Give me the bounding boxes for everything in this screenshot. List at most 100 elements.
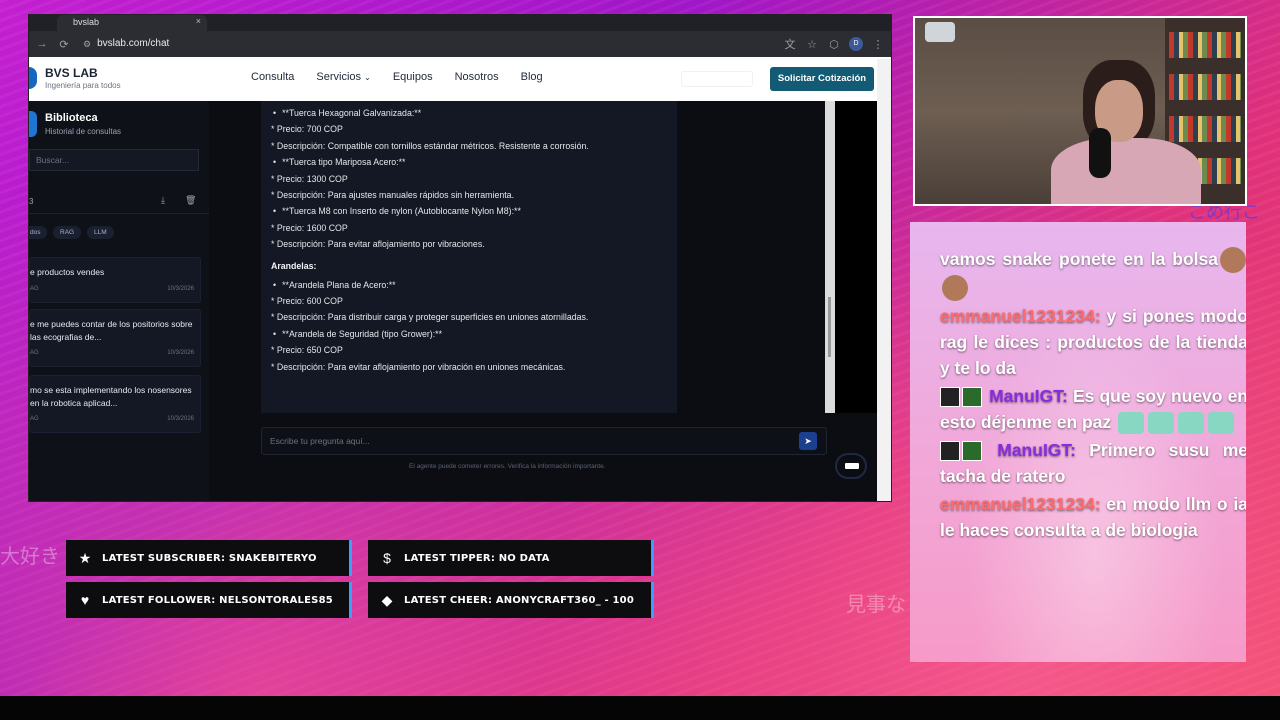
alert-text: LATEST CHEER: ANONYCRAFT360_ - 100 — [404, 594, 634, 606]
sidebar-title: Biblioteca — [45, 112, 98, 124]
sidebar-search-input[interactable]: Buscar... — [29, 149, 199, 171]
chat-message: vamos snake ponete en la bolsa — [940, 246, 1246, 301]
product-name: **Tuerca tipo Mariposa Acero:** — [271, 154, 667, 170]
chat-panel: **Tuerca Hexagonal Galvanizada:** * Preci… — [209, 101, 891, 501]
chat-username[interactable]: emmanuel1231234: — [940, 306, 1101, 326]
decor-text-left: 大好き — [0, 544, 60, 568]
send-icon[interactable]: ➤ — [799, 432, 817, 450]
shelf-row — [1169, 116, 1241, 142]
sidebar-subtitle: Historial de consultas — [45, 127, 122, 136]
shelf-row — [1169, 32, 1241, 58]
brand-subtitle: Ingeniería para todos — [45, 81, 121, 90]
emote-icon — [1208, 412, 1235, 435]
bottom-bar — [0, 696, 1280, 720]
chat-scrollbar[interactable] — [825, 101, 835, 413]
product-detail: * Precio: 1600 COP — [271, 222, 348, 233]
download-icon[interactable]: ⤓ — [161, 195, 165, 206]
badge-icon — [962, 387, 982, 408]
main-nav: Consulta Servicios ⌄ Equipos Nosotros Bl… — [251, 71, 543, 83]
conversation-date: 10/3/2026 — [167, 350, 194, 356]
brand[interactable]: BVS LAB Ingeniería para todos — [45, 66, 121, 90]
product-detail: * Precio: 650 COP — [271, 345, 343, 356]
emote-icon — [1220, 247, 1246, 274]
question-input[interactable]: Escribe tu pregunta aquí... — [261, 427, 827, 455]
product-detail: * Descripción: Para ajustes manuales ráp… — [271, 190, 515, 201]
nav-item-blog[interactable]: Blog — [521, 71, 543, 83]
streamer-body — [1051, 138, 1201, 204]
chat-message: emmanuel1231234: en modo llm o ia le hac… — [940, 491, 1246, 543]
tab-close-icon[interactable]: × — [196, 16, 201, 26]
tab-title: bvslab — [73, 17, 100, 27]
alert-latest-cheer: ◆ LATEST CHEER: ANONYCRAFT360_ - 100 — [368, 582, 654, 618]
bookmark-star-icon[interactable]: ☆ — [805, 38, 819, 51]
tab-strip: bvslab × — [29, 15, 891, 31]
forward-icon[interactable]: → — [35, 38, 49, 50]
address-bar[interactable]: ⚙ bvslab.com/chat — [79, 34, 775, 54]
chat-username[interactable]: ManuIGT: — [989, 386, 1068, 406]
extensions-icon[interactable]: ⬡ — [827, 38, 841, 51]
chat-message: ManuIGT: Es que soy nuevo en esto déjenm… — [940, 383, 1246, 435]
alert-text: LATEST FOLLOWER: NELSONTORALES85 — [102, 594, 333, 606]
badge-icon — [940, 387, 960, 408]
shelf-row — [1169, 74, 1241, 100]
microphone — [1089, 128, 1111, 178]
conversation-tag: AG — [30, 350, 39, 356]
conversation-item[interactable]: mo se esta implementando los nosensores … — [29, 375, 201, 433]
conversation-item[interactable]: e productos vendes AG 10/3/2026 — [29, 257, 201, 303]
brand-title: BVS LAB — [45, 66, 98, 80]
header-search-field[interactable] — [681, 71, 753, 87]
conversation-title: e me puedes contar de los positorios sob… — [30, 319, 193, 342]
conversation-item[interactable]: e me puedes contar de los positorios sob… — [29, 309, 201, 367]
chat-scrollbar-thumb[interactable] — [828, 297, 831, 357]
request-quote-button[interactable]: Solicitar Cotización — [770, 67, 874, 91]
conversation-date: 10/3/2026 — [167, 286, 194, 292]
nav-item-equipos[interactable]: Equipos — [393, 71, 433, 83]
alert-text: LATEST TIPPER: NO DATA — [404, 552, 550, 564]
product-detail: * Precio: 700 COP — [271, 124, 343, 135]
message-lines-2: **Arandela Plana de Acero:** * Precio: 60… — [271, 277, 667, 375]
product-name: **Tuerca Hexagonal Galvanizada:** — [271, 105, 667, 121]
badge-icon — [940, 441, 960, 462]
product-detail: * Descripción: Para evitar aflojamiento … — [271, 361, 566, 372]
page-edge — [877, 59, 891, 501]
emote-icon — [1118, 412, 1145, 435]
decor-text-mid: 見事な — [846, 592, 906, 616]
emote-icon — [1148, 412, 1175, 435]
browser-menu-icon[interactable]: ⋮ — [871, 38, 885, 51]
product-detail: * Descripción: Para distribuir carga y p… — [271, 312, 589, 323]
lamp — [925, 22, 955, 42]
divider — [29, 213, 209, 214]
nav-item-servicios[interactable]: Servicios ⌄ — [316, 71, 370, 83]
browser-window: bvslab × → ⟳ ⚙ bvslab.com/chat 文 ☆ ⬡ D ⋮… — [28, 14, 892, 502]
floating-assistant-button[interactable] — [835, 453, 867, 479]
diamond-icon: ◆ — [381, 591, 393, 608]
product-detail: * Precio: 1300 COP — [271, 173, 348, 184]
nav-servicios-label: Servicios — [316, 71, 362, 83]
conversation-title: mo se esta implementando los nosensores … — [30, 385, 192, 408]
alert-text: LATEST SUBSCRIBER: SNAKEBITERYO — [102, 552, 317, 564]
library-icon — [29, 111, 37, 137]
conversation-tag: AG — [30, 416, 39, 422]
trash-icon[interactable]: 🗑 — [185, 195, 196, 206]
chat-username[interactable]: emmanuel1231234: — [940, 494, 1101, 514]
filter-chip-all[interactable]: dos — [29, 226, 48, 239]
product-detail: * Precio: 600 COP — [271, 296, 343, 307]
site-info-icon[interactable]: ⚙ — [83, 34, 91, 54]
translate-icon[interactable]: 文 — [783, 36, 797, 52]
filter-chip-rag[interactable]: RAG — [53, 226, 82, 239]
filter-chip-llm[interactable]: LLM — [87, 226, 114, 239]
reload-icon[interactable]: ⟳ — [57, 38, 71, 51]
message-lines-1: **Tuerca Hexagonal Galvanizada:** * Preci… — [271, 105, 667, 253]
nav-item-nosotros[interactable]: Nosotros — [455, 71, 499, 83]
heart-icon: ♥ — [80, 592, 90, 608]
chat-username[interactable]: ManuIGT: — [997, 440, 1076, 460]
chat-text: vamos snake ponete en la bolsa — [940, 249, 1218, 269]
profile-avatar[interactable]: D — [849, 37, 863, 51]
alert-latest-follower: ♥ LATEST FOLLOWER: NELSONTORALES85 — [66, 582, 352, 618]
alert-latest-subscriber: ★ LATEST SUBSCRIBER: SNAKEBITERYO — [66, 540, 352, 576]
browser-tab[interactable]: bvslab × — [57, 15, 207, 31]
brand-logo-icon[interactable] — [29, 67, 37, 89]
conversation-title: e productos vendes — [30, 267, 105, 277]
browser-toolbar: → ⟳ ⚙ bvslab.com/chat 文 ☆ ⬡ D ⋮ — [29, 31, 891, 57]
nav-item-consulta[interactable]: Consulta — [251, 71, 294, 83]
